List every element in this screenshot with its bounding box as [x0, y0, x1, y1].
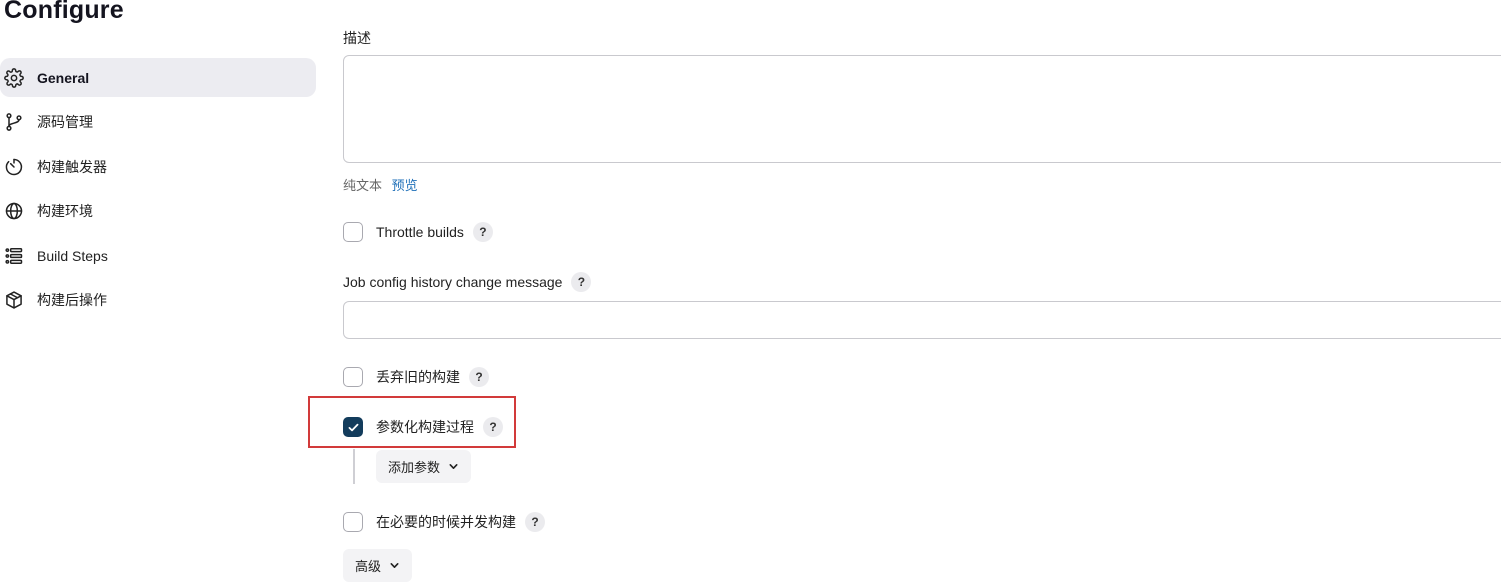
help-icon[interactable]: ? — [469, 367, 489, 387]
description-textarea[interactable] — [343, 55, 1501, 163]
gear-icon — [4, 67, 24, 88]
concurrent-builds-label: 在必要的时候并发构建 — [376, 514, 516, 530]
preview-link[interactable]: 预览 — [392, 178, 418, 193]
concurrent-builds-checkbox[interactable] — [343, 512, 363, 532]
advanced-button[interactable]: 高级 — [343, 549, 413, 582]
list-icon — [4, 246, 24, 266]
advanced-label: 高级 — [355, 559, 382, 574]
parameterized-checkbox[interactable] — [343, 417, 363, 437]
description-label: 描述 — [343, 30, 371, 46]
discard-old-builds-label: 丢弃旧的构建 — [376, 369, 460, 385]
format-row: 纯文本 预览 — [343, 175, 418, 194]
sidebar: General 源码管理 构建触发器 构建环境 Build Steps 构建后操… — [0, 58, 316, 325]
add-parameter-label: 添加参数 — [388, 460, 441, 475]
sidebar-item-scm[interactable]: 源码管理 — [0, 103, 316, 142]
git-branch-icon — [4, 112, 24, 132]
sidebar-item-label: 构建触发器 — [37, 158, 107, 175]
help-icon[interactable]: ? — [525, 512, 545, 532]
sidebar-item-label: 构建环境 — [37, 203, 93, 219]
nested-section-line — [353, 449, 355, 484]
parameterized-label: 参数化构建过程 — [376, 419, 474, 435]
job-config-message-label: Job config history change message — [343, 274, 563, 290]
discard-old-builds-checkbox[interactable] — [343, 367, 363, 387]
sidebar-item-post-build[interactable]: 构建后操作 — [0, 281, 316, 320]
sidebar-item-general[interactable]: General — [0, 58, 316, 97]
job-config-message-input[interactable] — [343, 301, 1501, 339]
concurrent-builds-row: 在必要的时候并发构建 ? — [343, 512, 545, 532]
throttle-builds-label: Throttle builds — [376, 224, 464, 240]
help-icon[interactable]: ? — [571, 272, 592, 292]
sidebar-item-build-steps[interactable]: Build Steps — [0, 236, 316, 275]
package-icon — [4, 290, 24, 310]
job-config-message-label-row: Job config history change message ? — [343, 272, 592, 292]
sidebar-item-label: General — [37, 69, 90, 86]
sidebar-item-triggers[interactable]: 构建触发器 — [0, 147, 316, 186]
sidebar-item-label: Build Steps — [37, 247, 108, 264]
check-icon — [348, 423, 358, 431]
add-parameter-button[interactable]: 添加参数 — [376, 450, 472, 483]
throttle-builds-checkbox[interactable] — [343, 222, 363, 242]
help-icon[interactable]: ? — [483, 417, 503, 437]
chevron-down-icon — [390, 563, 399, 568]
page-title: Configure — [4, 0, 124, 24]
help-icon[interactable]: ? — [472, 222, 493, 242]
discard-old-builds-row: 丢弃旧的构建 ? — [343, 367, 489, 387]
sidebar-item-label: 构建后操作 — [37, 292, 107, 308]
chevron-down-icon — [449, 464, 458, 469]
sidebar-item-environment[interactable]: 构建环境 — [0, 192, 316, 231]
throttle-builds-row: Throttle builds ? — [343, 222, 493, 242]
plain-text-label: 纯文本 — [343, 178, 383, 193]
sidebar-item-label: 源码管理 — [37, 114, 93, 130]
globe-icon — [4, 201, 24, 221]
parameterized-row: 参数化构建过程 ? — [343, 417, 503, 437]
timer-icon — [4, 157, 24, 177]
